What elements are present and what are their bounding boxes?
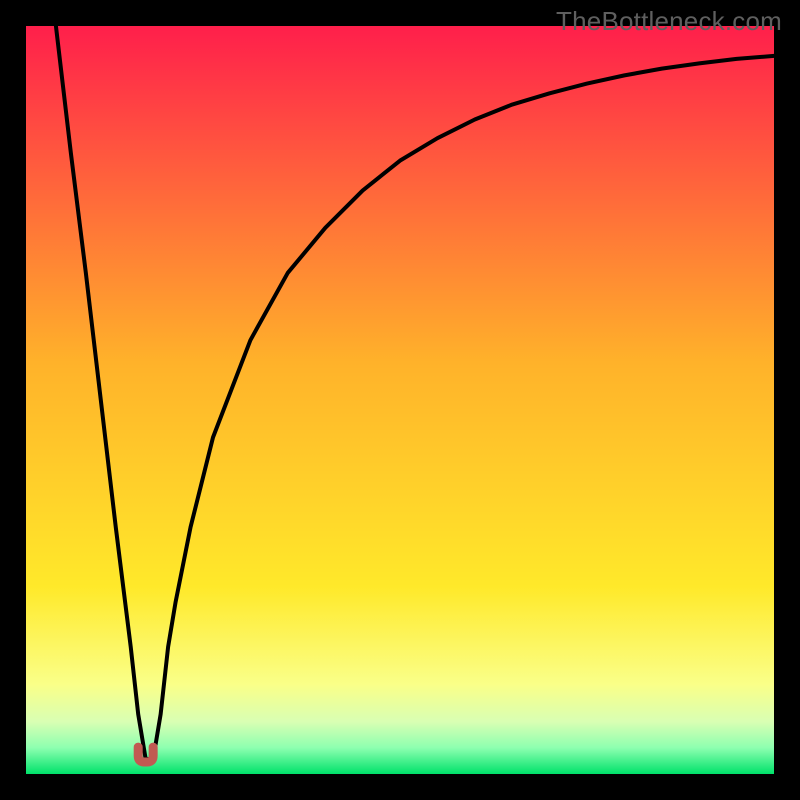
watermark-text: TheBottleneck.com <box>556 6 782 37</box>
bottleneck-chart <box>0 0 800 800</box>
chart-stage: TheBottleneck.com <box>0 0 800 800</box>
plot-area <box>26 26 774 774</box>
